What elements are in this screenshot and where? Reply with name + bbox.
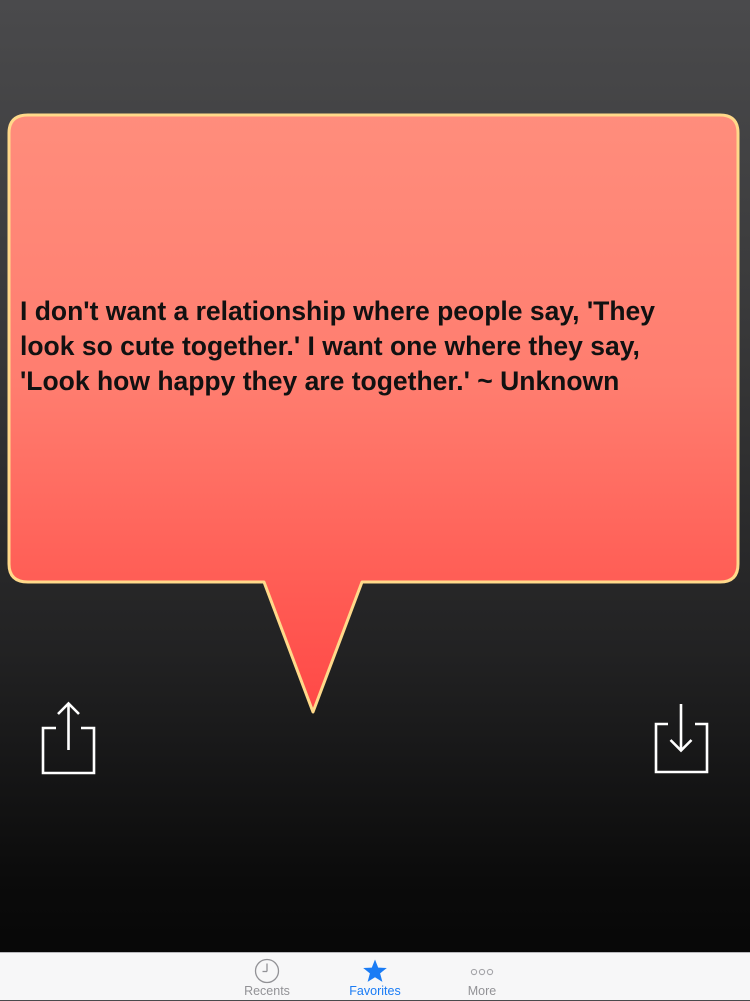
tab-label: More (467, 984, 497, 998)
star-icon (363, 959, 387, 982)
tab-more[interactable]: More (427, 953, 537, 1001)
tab-recents[interactable]: Recents (212, 953, 322, 1001)
quote-line: look so cute together.' I want one where… (20, 331, 640, 361)
quote-line: 'Look how happy they are together.' ~ Un… (20, 366, 620, 396)
save-button[interactable] (650, 700, 710, 778)
tab-favorites[interactable]: Favorites (320, 953, 430, 1001)
download-icon (654, 704, 709, 774)
tab-label: Recents (244, 984, 290, 998)
tab-bar: Recents Favorites More (0, 952, 750, 1000)
quote-line: I don't want a relationship where people… (20, 296, 655, 326)
tab-label: Favorites (349, 984, 401, 998)
clock-icon (254, 958, 280, 984)
share-icon (41, 701, 96, 775)
quote-screen: I don't want a relationship where people… (0, 0, 750, 952)
share-button[interactable] (38, 700, 98, 778)
more-dots-icon (470, 968, 494, 976)
quote-text: I don't want a relationship where people… (20, 294, 732, 399)
